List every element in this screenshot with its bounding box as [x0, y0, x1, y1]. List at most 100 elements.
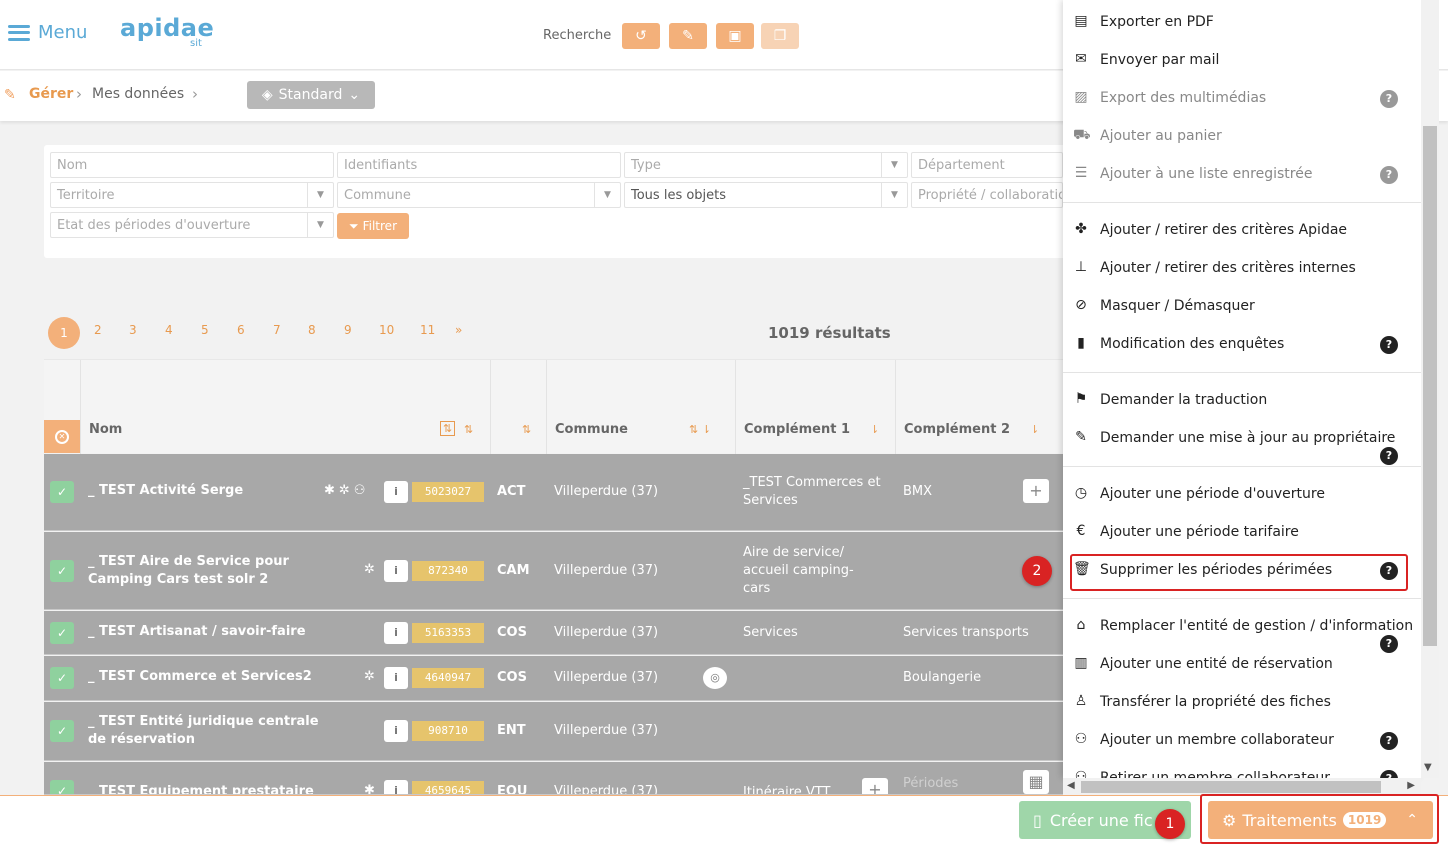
page-4[interactable]: 4 — [165, 323, 173, 337]
etat-periodes-select[interactable]: Etat des périodes d'ouverture ▼ — [50, 212, 334, 238]
menu-item-criteria-apidae[interactable]: ✤ Ajouter / retirer des critères Apidae — [1063, 212, 1421, 248]
sort-complement1-icon[interactable]: ⇂ — [870, 423, 879, 436]
plus-icon[interactable]: + — [862, 778, 888, 794]
help-icon[interactable]: ? — [1380, 770, 1398, 778]
page-9[interactable]: 9 — [344, 323, 352, 337]
info-icon[interactable]: i — [384, 622, 408, 644]
info-icon[interactable]: i — [384, 780, 408, 794]
row-checkbox[interactable]: ✓ — [50, 481, 74, 503]
row-name[interactable]: _ TEST Aire de Service pour Camping Cars… — [88, 553, 338, 589]
commune-select[interactable]: Commune ▼ — [337, 182, 621, 208]
page-11[interactable]: 11 — [420, 323, 435, 337]
departement-select[interactable]: Département — [911, 152, 1063, 178]
menu-item-transfer-ownership[interactable]: ♙ Transférer la propriété des fiches — [1063, 684, 1421, 720]
menu-item-export-pdf[interactable]: ▤ Exporter en PDF — [1063, 4, 1421, 40]
objets-select[interactable]: Tous les objets ▼ — [624, 182, 908, 208]
copy-search-button[interactable]: ❐ — [761, 23, 799, 49]
sort-type-icon[interactable]: ⇅ — [522, 423, 531, 436]
sort-commune-icon[interactable]: ⇅ ⇂ — [689, 423, 711, 436]
help-icon[interactable]: ? — [1380, 447, 1398, 465]
sort-complement2-icon[interactable]: ⇂ — [1030, 423, 1039, 436]
info-icon[interactable]: i — [384, 481, 408, 503]
row-type: COS — [497, 670, 527, 685]
page-6[interactable]: 6 — [237, 323, 245, 337]
nom-input[interactable]: Nom — [50, 152, 334, 178]
page-8[interactable]: 8 — [308, 323, 316, 337]
chevron-right-icon[interactable]: ▶ — [1407, 780, 1415, 791]
table-row[interactable]: ✓ _ TEST Equipement prestataire activité… — [44, 762, 1074, 795]
row-checkbox[interactable]: ✓ — [50, 560, 74, 582]
help-icon[interactable]: ? — [1380, 336, 1398, 354]
page-next[interactable]: » — [455, 323, 462, 337]
page-7[interactable]: 7 — [273, 323, 281, 337]
menu-item-request-update[interactable]: ✎ Demander une mise à jour au propriétair… — [1063, 420, 1421, 465]
menu-item-tariff-period[interactable]: € Ajouter une période tarifaire — [1063, 514, 1421, 550]
menu-scrollbar-vertical[interactable]: ▼ — [1421, 0, 1439, 778]
menu-item-criteria-internal[interactable]: ⊥ Ajouter / retirer des critères internes — [1063, 250, 1421, 286]
chevron-left-icon[interactable]: ◀ — [1067, 780, 1075, 791]
sort-desc-icon[interactable]: ⇅ — [464, 423, 473, 436]
info-icon[interactable]: i — [384, 667, 408, 689]
info-icon[interactable]: i — [384, 720, 408, 742]
scrollbar-thumb[interactable] — [1081, 781, 1381, 793]
row-name[interactable]: _ TEST Artisanat / savoir-faire — [88, 623, 338, 641]
menu-button[interactable]: Menu — [8, 22, 87, 43]
reset-button[interactable]: ↺ — [622, 23, 660, 49]
type-select[interactable]: Type ▼ — [624, 152, 908, 178]
row-checkbox[interactable]: ✓ — [50, 622, 74, 644]
table-row[interactable]: ✓ _ TEST Activité Serge ✱✲⚇ i 5023027 AC… — [44, 454, 1074, 531]
col-nom[interactable]: Nom — [89, 422, 122, 437]
page-2[interactable]: 2 — [94, 323, 102, 337]
filter-button[interactable]: ⏷ Filtrer — [337, 213, 409, 239]
table-row[interactable]: ✓ _ TEST Artisanat / savoir-faire i 5163… — [44, 611, 1074, 655]
page-3[interactable]: 3 — [129, 323, 137, 337]
row-name[interactable]: _ TEST Activité Serge — [88, 482, 338, 500]
edit-search-button[interactable]: ✎ — [669, 23, 707, 49]
menu-item-replace-entity[interactable]: ⌂ Remplacer l'entité de gestion / d'infor… — [1063, 608, 1421, 653]
row-checkbox[interactable]: ✓ — [50, 720, 74, 742]
col-complement1[interactable]: Complément 1 — [744, 422, 850, 437]
table-row[interactable]: ✓ _ TEST Entité juridique centrale de ré… — [44, 702, 1074, 761]
menu-item-add-cart[interactable]: ⛟ Ajouter au panier — [1063, 118, 1421, 154]
menu-item-hide[interactable]: ⊘ Masquer / Démasquer — [1063, 288, 1421, 324]
row-checkbox[interactable]: ✓ — [50, 780, 74, 794]
chevron-down-icon[interactable]: ▼ — [1424, 762, 1432, 773]
calendar-icon[interactable]: ▦ — [1023, 770, 1049, 794]
breadcrumb-gerer[interactable]: Gérer — [29, 86, 73, 102]
propriete-select[interactable]: Propriété / collaboratio — [911, 182, 1063, 208]
scrollbar-thumb[interactable] — [1423, 126, 1437, 646]
menu-item-surveys[interactable]: ▮ Modification des enquêtes? — [1063, 326, 1421, 362]
menu-item-opening-period[interactable]: ◷ Ajouter une période d'ouverture — [1063, 476, 1421, 512]
view-select-button[interactable]: ◈ Standard ⌄ — [247, 81, 375, 109]
help-icon[interactable]: ? — [1380, 166, 1398, 184]
menu-item-add-collaborator[interactable]: ⚇ Ajouter un membre collaborateur? — [1063, 722, 1421, 758]
menu-item-add-list[interactable]: ☰ Ajouter à une liste enregistrée? — [1063, 156, 1421, 192]
help-icon[interactable]: ? — [1380, 90, 1398, 108]
breadcrumb-mes-donnees[interactable]: Mes données — [92, 86, 184, 102]
page-10[interactable]: 10 — [379, 323, 394, 337]
row-name[interactable]: _ TEST Entité juridique centrale de rése… — [88, 713, 338, 749]
menu-item-send-mail[interactable]: ✉ Envoyer par mail — [1063, 42, 1421, 78]
col-complement2[interactable]: Complément 2 — [904, 422, 1010, 437]
save-search-button[interactable]: ▣ — [716, 23, 754, 49]
menu-item-export-media[interactable]: ▨ Export des multimédias? — [1063, 80, 1421, 116]
table-row[interactable]: ✓ _ TEST Aire de Service pour Camping Ca… — [44, 532, 1074, 610]
compass-icon[interactable]: ◎ — [703, 667, 727, 689]
plus-icon[interactable]: + — [1023, 479, 1049, 503]
row-name[interactable]: _ TEST Equipement prestataire activités — [88, 783, 358, 794]
col-commune[interactable]: Commune — [555, 422, 628, 437]
page-5[interactable]: 5 — [201, 323, 209, 337]
row-name[interactable]: _ TEST Commerce et Services2 — [88, 668, 338, 686]
row-checkbox[interactable]: ✓ — [50, 667, 74, 689]
select-all-checkbox[interactable]: ✕ — [44, 420, 80, 453]
page-1[interactable]: 1 — [48, 317, 80, 349]
sort-asc-icon[interactable]: ⇅ — [440, 421, 456, 436]
menu-item-remove-collaborator[interactable]: ⚇ Retirer un membre collaborateur? — [1063, 760, 1421, 778]
menu-item-translation[interactable]: ⚑ Demander la traduction — [1063, 382, 1421, 418]
menu-item-booking-entity[interactable]: ▥ Ajouter une entité de réservation — [1063, 646, 1421, 682]
table-row[interactable]: ✓ _ TEST Commerce et Services2 ✲ i 46409… — [44, 656, 1074, 701]
help-icon[interactable]: ? — [1380, 732, 1398, 750]
info-icon[interactable]: i — [384, 560, 408, 582]
identifiants-input[interactable]: Identifiants — [337, 152, 621, 178]
territoire-select[interactable]: Territoire ▼ — [50, 182, 334, 208]
